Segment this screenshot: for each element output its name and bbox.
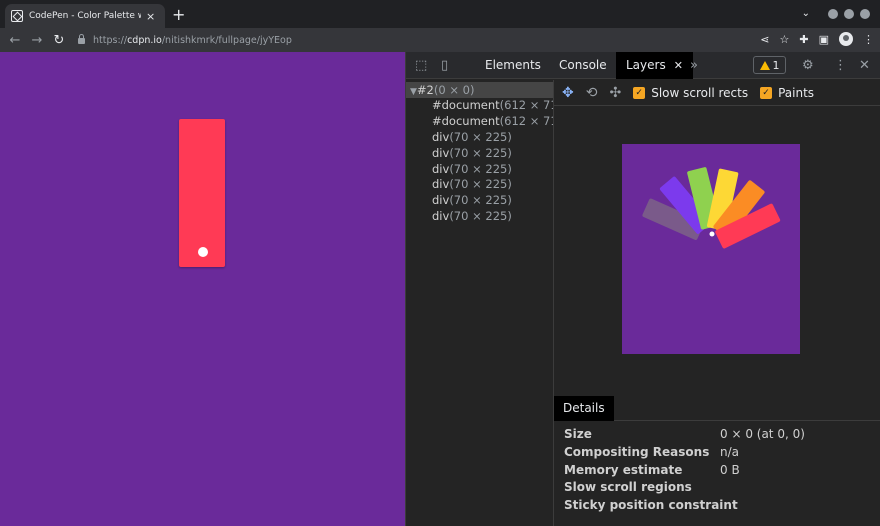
browser-menu-icon[interactable]: ⋮: [863, 33, 874, 46]
warning-icon: [759, 60, 770, 70]
tab-layers-label: Layers: [626, 58, 666, 72]
devtools-tab-bar: ⬚ ▯ Elements Console Layers ✕ » 1 ⚙ ⋮ ✕: [406, 52, 880, 79]
layer-tree-item[interactable]: div(70 × 225): [406, 176, 512, 192]
detail-row-sticky: Sticky position constraint: [564, 498, 738, 512]
tab-close-icon[interactable]: ×: [146, 10, 155, 23]
layer-3d-canvas[interactable]: [622, 144, 800, 354]
color-swatch-card[interactable]: [179, 119, 225, 267]
reload-icon[interactable]: ↻: [48, 33, 70, 48]
window-controls: ⌄: [802, 8, 870, 19]
layer-tree: ▼#2(0 × 0) #document(612 × 719) #documen…: [406, 80, 554, 526]
browser-actions: ⋖ ☆ ✚ ▣ ⋮: [760, 32, 874, 46]
url-path: /nitishkmrk/fullpage/jyYEop: [161, 34, 292, 46]
profile-avatar[interactable]: [839, 32, 853, 46]
address-toolbar: ← → ↻ https://cdpn.io/nitishkmrk/fullpag…: [0, 28, 880, 52]
details-tab-bar: Details: [554, 396, 880, 421]
warning-count: 1: [772, 58, 780, 72]
tab-title: CodePen - Color Palette with Ja: [29, 11, 141, 21]
tab-elements[interactable]: Elements: [485, 52, 541, 79]
layer-tree-item[interactable]: #document(612 × 719): [406, 97, 553, 113]
forward-arrow-icon[interactable]: →: [26, 33, 48, 48]
layers-viewer: ✥ ⟲ ✣ ✓ Slow scroll rects ✓ Paints Detai…: [554, 80, 880, 526]
more-tabs-icon[interactable]: »: [690, 58, 698, 73]
tab-search-chevron-icon[interactable]: ⌄: [802, 8, 810, 19]
new-tab-button[interactable]: +: [172, 5, 185, 24]
browser-tab[interactable]: CodePen - Color Palette with Ja ×: [5, 4, 165, 28]
layer-tree-item[interactable]: div(70 × 225): [406, 129, 512, 145]
expand-triangle-icon[interactable]: ▼: [410, 87, 417, 97]
paints-label: Paints: [778, 85, 815, 100]
fan-palette-preview: [642, 167, 781, 249]
close-window-button[interactable]: [860, 8, 870, 19]
paints-checkbox[interactable]: ✓: [760, 86, 773, 99]
rotate-mode-icon[interactable]: ⟲: [586, 85, 598, 101]
bookmark-star-icon[interactable]: ☆: [780, 33, 790, 46]
settings-gear-icon[interactable]: ⚙: [802, 58, 814, 73]
warnings-badge[interactable]: 1: [753, 56, 786, 74]
maximize-button[interactable]: [844, 8, 854, 19]
devtools-menu-icon[interactable]: ⋮: [834, 58, 847, 73]
share-icon[interactable]: ⋖: [760, 33, 769, 46]
tab-details[interactable]: Details: [554, 396, 614, 421]
minimize-button[interactable]: [828, 8, 838, 19]
pan-mode-icon[interactable]: ✥: [562, 85, 574, 101]
layer-tree-item[interactable]: div(70 × 225): [406, 145, 512, 161]
tab-layers[interactable]: Layers ✕: [616, 52, 693, 79]
detail-row-slow-scroll: Slow scroll regions: [564, 480, 692, 494]
detail-row-memory: Memory estimate 0 B: [564, 463, 740, 477]
url-scheme: https://: [93, 34, 128, 46]
lock-icon: [78, 34, 85, 44]
detail-row-compositing: Compositing Reasons n/a: [564, 445, 740, 459]
layer-tree-item[interactable]: ▼#2(0 × 0): [406, 82, 553, 98]
detail-row-size: Size 0 × 0 (at 0, 0): [564, 427, 805, 441]
layer-tree-item[interactable]: div(70 × 225): [406, 208, 512, 224]
device-toolbar-icon[interactable]: ▯: [441, 58, 448, 73]
back-arrow-icon[interactable]: ←: [4, 33, 26, 48]
tab-console[interactable]: Console: [559, 52, 607, 79]
close-devtools-icon[interactable]: ✕: [859, 58, 870, 73]
slow-scroll-checkbox[interactable]: ✓: [633, 86, 646, 99]
slow-scroll-label: Slow scroll rects: [651, 85, 749, 100]
swatch-pivot-dot: [198, 247, 208, 257]
url-host: cdpn.io: [127, 34, 162, 46]
page-viewport: [0, 52, 405, 526]
extensions-puzzle-icon[interactable]: ✚: [799, 33, 808, 46]
reset-transform-icon[interactable]: ✣: [609, 85, 621, 101]
layer-tree-item[interactable]: div(70 × 225): [406, 161, 512, 177]
omnibox[interactable]: https://cdpn.io/nitishkmrk/fullpage/jyYE…: [78, 32, 292, 48]
browser-tab-strip: CodePen - Color Palette with Ja × + ⌄: [0, 0, 880, 28]
inspect-element-icon[interactable]: ⬚: [415, 58, 427, 73]
side-panel-icon[interactable]: ▣: [819, 33, 829, 46]
layer-tree-item[interactable]: div(70 × 225): [406, 192, 512, 208]
layers-toolbar: ✥ ⟲ ✣ ✓ Slow scroll rects ✓ Paints: [554, 80, 880, 106]
devtools-panel: ⬚ ▯ Elements Console Layers ✕ » 1 ⚙ ⋮ ✕ ▼…: [405, 52, 880, 526]
close-tab-icon[interactable]: ✕: [674, 59, 683, 72]
fan-pivot-dot: [709, 231, 715, 237]
layer-tree-item[interactable]: #document(612 × 719): [406, 113, 553, 129]
codepen-favicon-icon: [11, 10, 23, 22]
